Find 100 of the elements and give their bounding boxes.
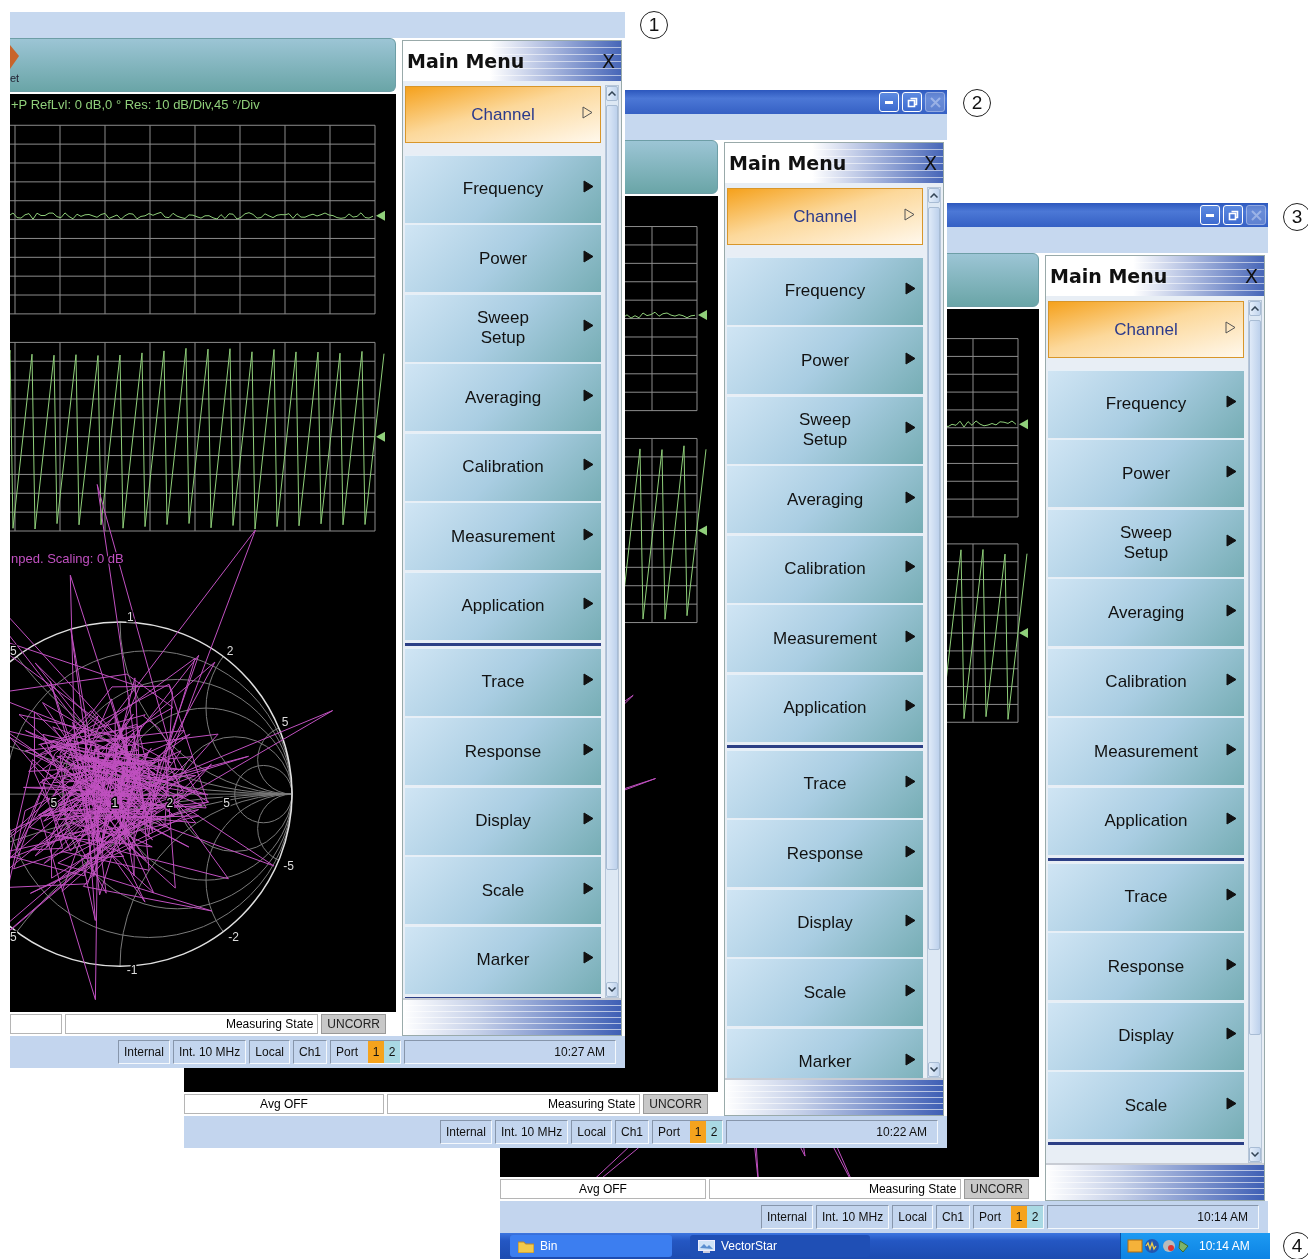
- scroll-up-button[interactable]: [606, 86, 618, 101]
- trace-marker: [698, 525, 707, 536]
- menu-item[interactable]: Measurement: [405, 502, 601, 570]
- triangle-icon: [905, 629, 916, 643]
- chevron-down-icon: [1251, 1152, 1259, 1157]
- close-button[interactable]: X: [923, 152, 937, 174]
- scroll-thumb[interactable]: [606, 105, 618, 870]
- axis-label: 2: [166, 795, 174, 810]
- menu-item[interactable]: Display: [727, 888, 923, 957]
- scroll-down-button[interactable]: [606, 982, 618, 997]
- status-cell: Int. 10 MHz: [172, 1040, 247, 1064]
- axis-label: -2: [228, 929, 239, 944]
- restore-icon: [1227, 209, 1239, 221]
- minimize-button[interactable]: [879, 92, 899, 112]
- menu-item[interactable]: Response: [1048, 932, 1244, 1000]
- scrollbar[interactable]: [927, 187, 941, 1078]
- scroll-up-button[interactable]: [928, 188, 940, 203]
- tray-icons[interactable]: [1127, 1238, 1191, 1254]
- chevron-up-icon: [930, 193, 938, 198]
- menu-item[interactable]: Trace: [727, 749, 923, 818]
- menu-item[interactable]: Frequency: [727, 256, 923, 325]
- menu-item[interactable]: Response: [405, 717, 601, 785]
- triangle-icon: [1226, 1096, 1237, 1110]
- menu-item[interactable]: Scale: [727, 958, 923, 1026]
- taskbar-button[interactable]: Bin: [510, 1235, 672, 1257]
- menu-item[interactable]: Channel: [727, 188, 923, 245]
- trace-marker: [1019, 628, 1028, 639]
- scroll-down-button[interactable]: [928, 1062, 940, 1077]
- close-button[interactable]: X: [601, 50, 615, 72]
- menu-title: Main Menu: [1050, 265, 1168, 287]
- clock: 10:27 AM: [404, 1040, 616, 1064]
- close-icon: [929, 96, 941, 108]
- status-cell: Int. 10 MHz: [815, 1205, 890, 1229]
- menu-item[interactable]: Trace: [1048, 862, 1244, 931]
- axis-label: 2: [226, 644, 234, 659]
- menu-item[interactable]: Power: [1048, 439, 1244, 507]
- menu-item[interactable]: Measurement: [727, 604, 923, 672]
- status-cell: Ch1: [935, 1205, 970, 1229]
- menu-item[interactable]: Averaging: [405, 363, 601, 431]
- menu-item[interactable]: Display: [1048, 1001, 1244, 1070]
- minimize-button[interactable]: [1200, 205, 1220, 225]
- restore-button[interactable]: [902, 92, 922, 112]
- triangle-icon: [583, 812, 594, 825]
- scroll-thumb[interactable]: [928, 207, 940, 950]
- triangle-icon: [905, 844, 916, 858]
- menu-item[interactable]: Scale: [1048, 1071, 1244, 1139]
- triangle-icon: [905, 490, 916, 504]
- menu-item[interactable]: Display: [405, 786, 601, 855]
- triangle-icon: [583, 527, 594, 541]
- scrollbar[interactable]: [605, 85, 619, 998]
- menu-item[interactable]: Sweep Setup: [727, 395, 923, 464]
- triangle-icon: [583, 597, 594, 610]
- menu-item[interactable]: Power: [405, 224, 601, 292]
- chevron-up-icon: [1251, 306, 1259, 311]
- scroll-thumb[interactable]: [1249, 320, 1261, 1035]
- triangle-icon: [1226, 957, 1237, 971]
- menu-item[interactable]: Calibration: [405, 432, 601, 501]
- triangle-icon: [905, 983, 916, 997]
- menu-item[interactable]: Calibration: [727, 534, 923, 603]
- triangle-icon: [1226, 534, 1237, 547]
- triangle-icon: [583, 673, 594, 686]
- menu-item[interactable]: Channel: [405, 86, 601, 143]
- trace-label: +P RefLvl: 0 dB,0 ° Res: 10 dB/Div,45 °/Div: [11, 97, 260, 112]
- triangle-icon: [583, 881, 594, 895]
- menu-item[interactable]: Response: [727, 819, 923, 887]
- menu-item[interactable]: Scale: [405, 856, 601, 924]
- callout-number: 3: [1283, 203, 1308, 231]
- close-button[interactable]: X: [1244, 265, 1258, 287]
- clock: 10:14 AM: [1047, 1205, 1259, 1229]
- restore-button[interactable]: [1223, 205, 1243, 225]
- axis-label: 5: [223, 795, 230, 810]
- menu-item[interactable]: Calibration: [1048, 647, 1244, 716]
- menu-item[interactable]: Averaging: [727, 465, 923, 533]
- menu-item[interactable]: Application: [727, 673, 923, 742]
- menu-item[interactable]: Sweep Setup: [405, 293, 601, 362]
- menu-item[interactable]: Marker: [405, 925, 601, 994]
- menu-item[interactable]: Frequency: [405, 154, 601, 223]
- clock: 10:14 AM: [1199, 1239, 1250, 1253]
- menu-item[interactable]: Frequency: [1048, 369, 1244, 438]
- menu-item[interactable]: Channel: [1048, 301, 1244, 358]
- scroll-down-button[interactable]: [1249, 1147, 1261, 1162]
- triangle-icon: [905, 775, 916, 788]
- callout-number: 2: [963, 89, 991, 117]
- menu-item[interactable]: Averaging: [1048, 578, 1244, 646]
- menu-item[interactable]: Measurement: [1048, 717, 1244, 785]
- status-label: Measuring State: [547, 1097, 636, 1111]
- triangle-icon: [1226, 1027, 1237, 1040]
- port-label: Port: [336, 1045, 358, 1059]
- triangle-icon: [905, 1053, 916, 1066]
- menu-item[interactable]: Trace: [405, 647, 601, 716]
- port-number: 2: [384, 1041, 400, 1063]
- menu-item[interactable]: Application: [1048, 786, 1244, 855]
- scrollbar[interactable]: [1248, 300, 1262, 1163]
- menu-item[interactable]: Marker: [727, 1027, 923, 1078]
- menu-item[interactable]: Application: [405, 571, 601, 640]
- menu-item[interactable]: Power: [727, 326, 923, 394]
- scroll-up-button[interactable]: [1249, 301, 1261, 316]
- triangle-icon: [1226, 812, 1237, 825]
- menu-item[interactable]: Sweep Setup: [1048, 508, 1244, 577]
- monitor-icon: [698, 1239, 715, 1253]
